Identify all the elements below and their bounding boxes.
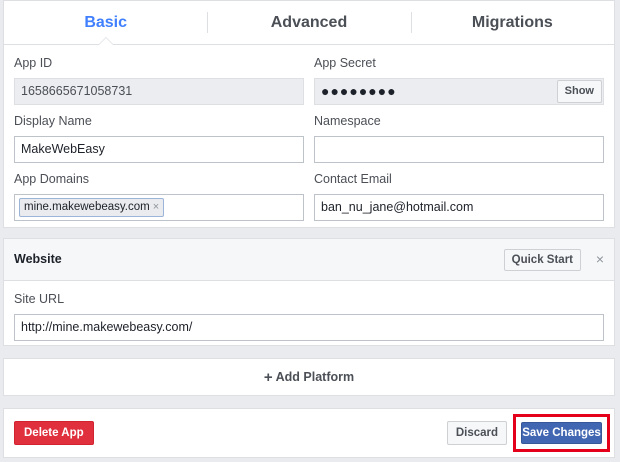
app-domains-label: App Domains bbox=[14, 172, 90, 186]
website-platform-panel: Website Quick Start × Site URL http://mi… bbox=[3, 238, 615, 346]
delete-app-button[interactable]: Delete App bbox=[14, 421, 94, 445]
app-domains-input[interactable]: mine.makewebeasy.com × bbox=[14, 194, 304, 221]
tab-migrations[interactable]: Migrations bbox=[410, 1, 614, 44]
discard-button[interactable]: Discard bbox=[446, 421, 507, 445]
app-secret-wrapper: ●●●●●●●● Show bbox=[314, 78, 604, 105]
show-secret-button[interactable]: Show bbox=[556, 80, 602, 103]
app-secret-label: App Secret bbox=[314, 56, 376, 70]
app-secret-masked-value: ●●●●●●●● bbox=[321, 83, 397, 99]
namespace-field: Namespace bbox=[314, 113, 604, 163]
quick-start-button[interactable]: Quick Start bbox=[503, 249, 581, 271]
tab-basic-label: Basic bbox=[84, 13, 128, 31]
display-name-label: Display Name bbox=[14, 114, 92, 128]
tab-migrations-label: Migrations bbox=[471, 13, 553, 31]
settings-tabs: Basic Advanced Migrations bbox=[4, 1, 614, 45]
site-url-field: Site URL http://mine.makewebeasy.com/ bbox=[14, 291, 604, 341]
active-tab-pointer bbox=[97, 37, 114, 45]
footer-actions: Delete App Discard Save Changes bbox=[3, 408, 615, 458]
display-name-field: Display Name MakeWebEasy bbox=[14, 113, 304, 163]
save-highlight-box: Save Changes bbox=[513, 414, 610, 452]
website-panel-title: Website bbox=[14, 252, 62, 266]
display-name-input[interactable]: MakeWebEasy bbox=[14, 136, 304, 163]
add-platform-content: + Add Platform bbox=[4, 359, 614, 395]
tab-advanced[interactable]: Advanced bbox=[207, 1, 410, 44]
close-icon[interactable]: × bbox=[596, 251, 604, 267]
namespace-label: Namespace bbox=[314, 114, 381, 128]
namespace-input[interactable] bbox=[314, 136, 604, 163]
app-id-label: App ID bbox=[14, 56, 53, 70]
tab-basic[interactable]: Basic bbox=[4, 1, 207, 45]
add-platform-button[interactable]: + Add Platform bbox=[3, 358, 615, 396]
website-panel-header: Website Quick Start × bbox=[4, 239, 614, 281]
contact-email-field: Contact Email ban_nu_jane@hotmail.com bbox=[314, 171, 604, 221]
app-secret-field: App Secret ●●●●●●●● Show bbox=[314, 55, 604, 105]
plus-icon: + bbox=[263, 368, 273, 386]
contact-email-input[interactable]: ban_nu_jane@hotmail.com bbox=[314, 194, 604, 221]
domain-token-text: mine.makewebeasy.com bbox=[24, 201, 150, 213]
site-url-label: Site URL bbox=[14, 292, 65, 306]
app-id-input[interactable]: 1658665671058731 bbox=[14, 78, 304, 105]
save-changes-button[interactable]: Save Changes bbox=[521, 422, 602, 444]
app-domains-field: App Domains mine.makewebeasy.com × bbox=[14, 171, 304, 221]
domain-token: mine.makewebeasy.com × bbox=[19, 198, 165, 217]
basic-settings-panel: Basic Advanced Migrations App ID 1658665… bbox=[3, 0, 615, 228]
tab-advanced-label: Advanced bbox=[270, 13, 348, 31]
remove-token-icon[interactable]: × bbox=[153, 201, 159, 213]
contact-email-label: Contact Email bbox=[314, 172, 392, 186]
app-id-field: App ID 1658665671058731 bbox=[14, 55, 304, 105]
add-platform-label: Add Platform bbox=[275, 370, 355, 384]
site-url-input[interactable]: http://mine.makewebeasy.com/ bbox=[14, 314, 604, 341]
